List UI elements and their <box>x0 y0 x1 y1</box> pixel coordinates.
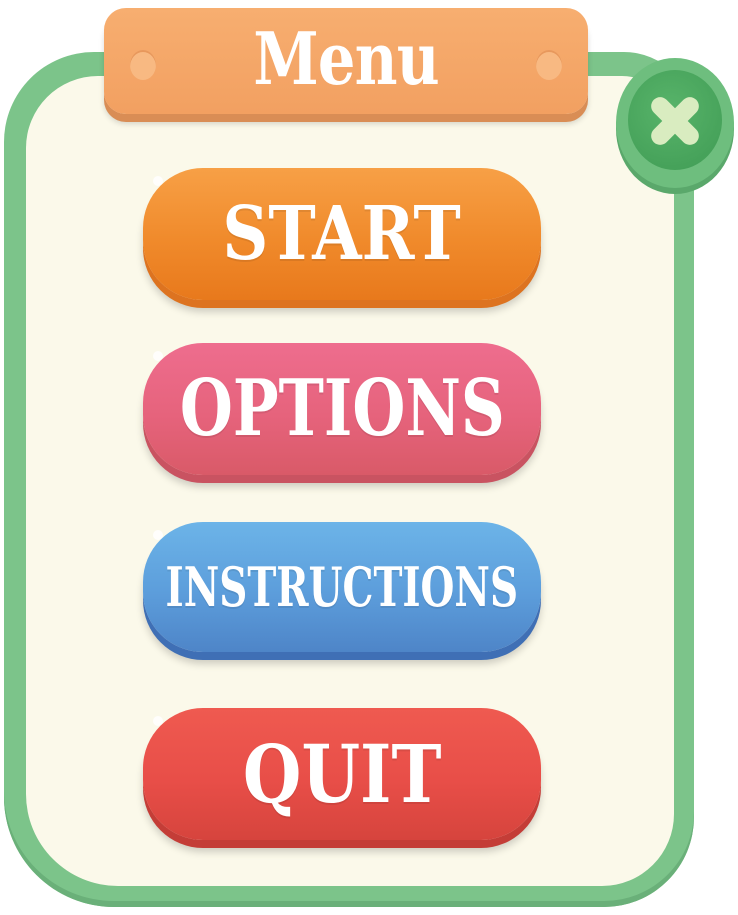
page-title: Menu <box>253 16 439 101</box>
button-shine <box>153 176 163 186</box>
options-button[interactable]: OPTIONS <box>143 343 541 475</box>
button-shine <box>153 351 163 361</box>
options-button-label: OPTIONS <box>179 363 505 454</box>
close-button[interactable] <box>616 58 734 188</box>
quit-button-label: QUIT <box>242 727 442 821</box>
banner-rivet-right <box>536 50 562 80</box>
start-button[interactable]: START <box>143 168 541 300</box>
button-shine <box>153 530 163 540</box>
quit-button[interactable]: QUIT <box>143 708 541 840</box>
button-shine <box>153 716 163 726</box>
close-x-icon <box>651 97 699 145</box>
start-button-label: START <box>222 191 462 277</box>
instructions-button[interactable]: INSTRUCTIONS <box>143 522 541 652</box>
instructions-button-label: INSTRUCTIONS <box>165 555 519 619</box>
title-banner: Menu <box>104 8 588 114</box>
menu-screen: Menu START OPTIONS INSTRUCTIONS QUIT <box>0 0 738 915</box>
banner-rivet-left <box>130 50 156 80</box>
